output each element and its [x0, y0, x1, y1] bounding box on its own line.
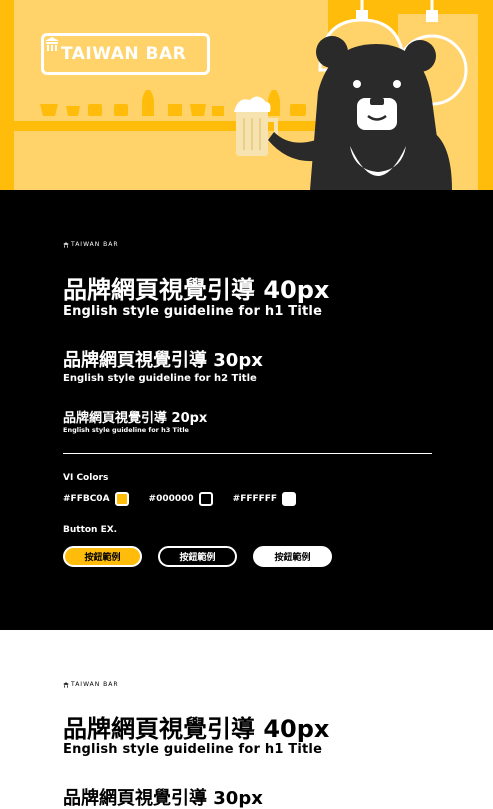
sample-button-white[interactable]: 按鈕範例: [253, 546, 332, 567]
swatch-code: #FFFFFF: [232, 494, 278, 504]
swatch-code: #000000: [148, 494, 194, 504]
mini-logo: TAIWAN BAR: [63, 681, 119, 688]
h1-sample: 品牌網頁視覺引導 40px: [63, 715, 330, 743]
h1-english-sample: English style guideline for h1 Title: [63, 742, 323, 757]
h3-english-sample: English style guideline for h3 Title: [63, 426, 189, 434]
h2-english-sample: English style guideline for h2 Title: [63, 373, 257, 384]
h1-english-sample: English style guideline for h1 Title: [63, 304, 323, 319]
temple-icon: [63, 681, 69, 688]
mini-logo: TAIWAN BAR: [63, 241, 119, 248]
swatch-white: #FFFFFF: [232, 492, 297, 506]
button-example-label: Button EX.: [63, 525, 118, 535]
swatch-box: [198, 492, 213, 506]
dark-style-guide: TAIWAN BAR 品牌網頁視覺引導 40px English style g…: [0, 190, 493, 630]
temple-icon: [63, 241, 69, 248]
swatch-box: [114, 492, 129, 506]
vi-colors-label: VI Colors: [63, 473, 109, 483]
temple-icon: [45, 37, 59, 51]
swatch-black: #000000: [149, 492, 213, 506]
h3-sample: 品牌網頁視覺引導 20px: [63, 411, 208, 426]
divider: [63, 453, 432, 454]
mini-logo-text: TAIWAN BAR: [71, 241, 119, 248]
sample-button-outline[interactable]: 按鈕範例: [158, 546, 237, 567]
button-examples: 按鈕範例 按鈕範例 按鈕範例: [63, 546, 348, 567]
light-style-guide: TAIWAN BAR 品牌網頁視覺引導 40px English style g…: [0, 630, 493, 809]
h2-sample: 品牌網頁視覺引導 30px: [63, 350, 263, 371]
sample-button-primary[interactable]: 按鈕範例: [63, 546, 142, 567]
color-swatches: #FFBC0A #000000 #FFFFFF: [63, 492, 316, 506]
brand-name: TAIWAN BAR: [61, 44, 187, 64]
brand-logo[interactable]: TAIWAN BAR: [41, 33, 210, 75]
swatch-primary: #FFBC0A: [63, 492, 129, 506]
swatch-code: #FFBC0A: [63, 494, 110, 504]
swatch-box: [282, 492, 297, 506]
hero-banner: TAIWAN BAR: [0, 0, 493, 190]
bar-illustration: [14, 0, 478, 190]
h1-sample: 品牌網頁視覺引導 40px: [63, 276, 330, 304]
mini-logo-text: TAIWAN BAR: [71, 681, 119, 688]
h2-sample: 品牌網頁視覺引導 30px: [63, 788, 263, 809]
